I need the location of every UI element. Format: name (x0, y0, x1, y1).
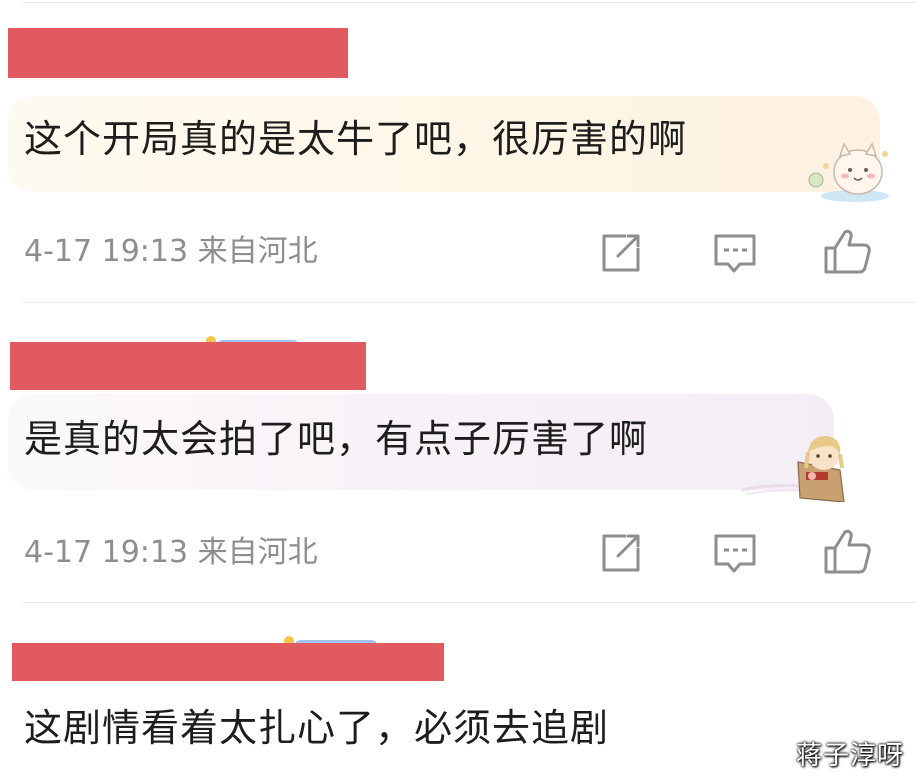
comment-divider (22, 302, 916, 303)
reply-button[interactable] (710, 228, 760, 278)
like-icon (824, 529, 871, 574)
comment-text: 是真的太会拍了吧，有点子厉害了啊 (24, 417, 649, 461)
like-button[interactable] (822, 526, 872, 576)
like-button[interactable] (822, 226, 872, 276)
comment-meta: 4-17 19:13 来自河北 (24, 234, 318, 269)
like-icon (824, 229, 871, 274)
share-icon (602, 234, 640, 272)
share-button[interactable] (596, 228, 646, 278)
comment-meta: 4-17 19:13 来自河北 (24, 535, 318, 570)
comment-icon (714, 234, 756, 273)
redacted-username (8, 28, 348, 78)
comment-icon (714, 534, 756, 573)
top-divider (22, 2, 916, 3)
comment-text: 这剧情看着太扎心了，必须去追剧 (24, 706, 610, 750)
share-icon (602, 534, 640, 572)
watermark: 蒋子淳呀 (795, 741, 904, 771)
cat-sticker-icon (808, 142, 889, 202)
reply-button[interactable] (710, 528, 760, 578)
anime-girl-sticker-icon (741, 436, 845, 502)
comment-divider (22, 602, 916, 603)
redacted-username (10, 342, 366, 390)
redacted-username (12, 643, 444, 681)
share-button[interactable] (596, 528, 646, 578)
comment-text: 这个开局真的是太牛了吧，很厉害的啊 (24, 117, 688, 161)
